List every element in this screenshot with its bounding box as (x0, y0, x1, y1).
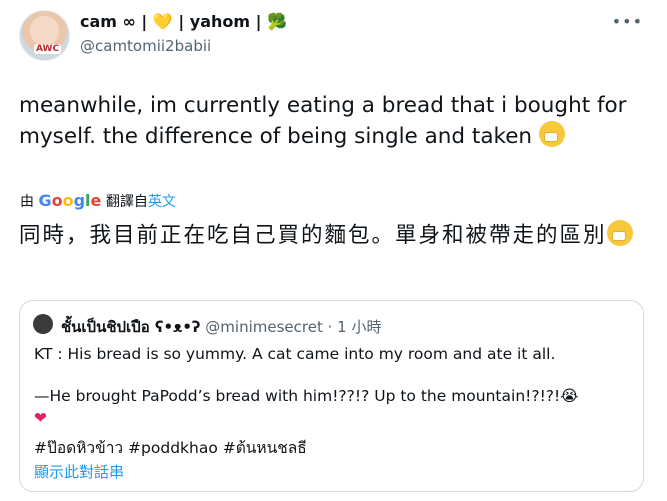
more-options-icon[interactable]: ••• (612, 12, 643, 31)
quote-line-2: —He brought PaPodd’s bread with him!??!?… (34, 387, 579, 405)
translation-attribution: 由 Google 翻譯自英文 (20, 191, 176, 211)
quote-timestamp[interactable]: · 1 小時 (323, 318, 382, 336)
author-name[interactable]: cam ∞ | 💛 | yahom | 🥦 (80, 12, 287, 31)
translated-text: 同時，我目前正在吃自己買的麵包。單身和被帶走的區別 (19, 220, 649, 252)
quote-header: ชั้นเป็นชิปเปือ ʕ•ᴥ•ʔ @minimesecret · 1 … (61, 315, 381, 339)
translated-text-body: 同時，我目前正在吃自己買的麵包。單身和被帶走的區別 (19, 223, 607, 248)
sneezing-face-emoji-icon (606, 220, 633, 246)
quote-author-avatar[interactable] (33, 314, 53, 334)
author-handle[interactable]: @camtomii2babii (80, 37, 211, 55)
source-language-link[interactable]: 英文 (148, 194, 176, 210)
quoted-tweet[interactable]: ชั้นเป็นชิปเปือ ʕ•ᴥ•ʔ @minimesecret · 1 … (19, 300, 644, 492)
show-thread-link[interactable]: 顯示此對話串 (34, 461, 124, 482)
quote-author-name[interactable]: ชั้นเป็นชิปเปือ ʕ•ᴥ•ʔ (61, 318, 201, 336)
translate-suffix: 翻譯自 (105, 194, 148, 210)
quote-body: KT : His bread is so yummy. A cat came i… (34, 343, 634, 429)
yellow-heart-icon: 💛 (152, 12, 173, 31)
quote-author-handle[interactable]: @minimesecret (205, 318, 323, 336)
quote-hashtags[interactable]: #ป๊อดหิวข้าว #poddkhao #ต้นหนชลธี (34, 435, 307, 460)
sneezing-face-emoji-icon (538, 121, 565, 147)
tweet-text: meanwhile, im currently eating a bread t… (19, 90, 649, 152)
avatar-badge: AWC (34, 44, 62, 54)
author-name-text: cam ∞ | (80, 12, 148, 31)
broccoli-icon: 🥦 (267, 12, 287, 31)
author-name-mid: | yahom | (178, 12, 262, 31)
google-logo: Google (38, 191, 102, 210)
quote-line-1: KT : His bread is so yummy. A cat came i… (34, 345, 556, 363)
red-heart-icon: ❤ (34, 409, 47, 427)
translate-prefix: 由 (20, 194, 34, 210)
tweet-text-body: meanwhile, im currently eating a bread t… (19, 93, 627, 149)
author-avatar[interactable]: AWC (19, 10, 70, 61)
